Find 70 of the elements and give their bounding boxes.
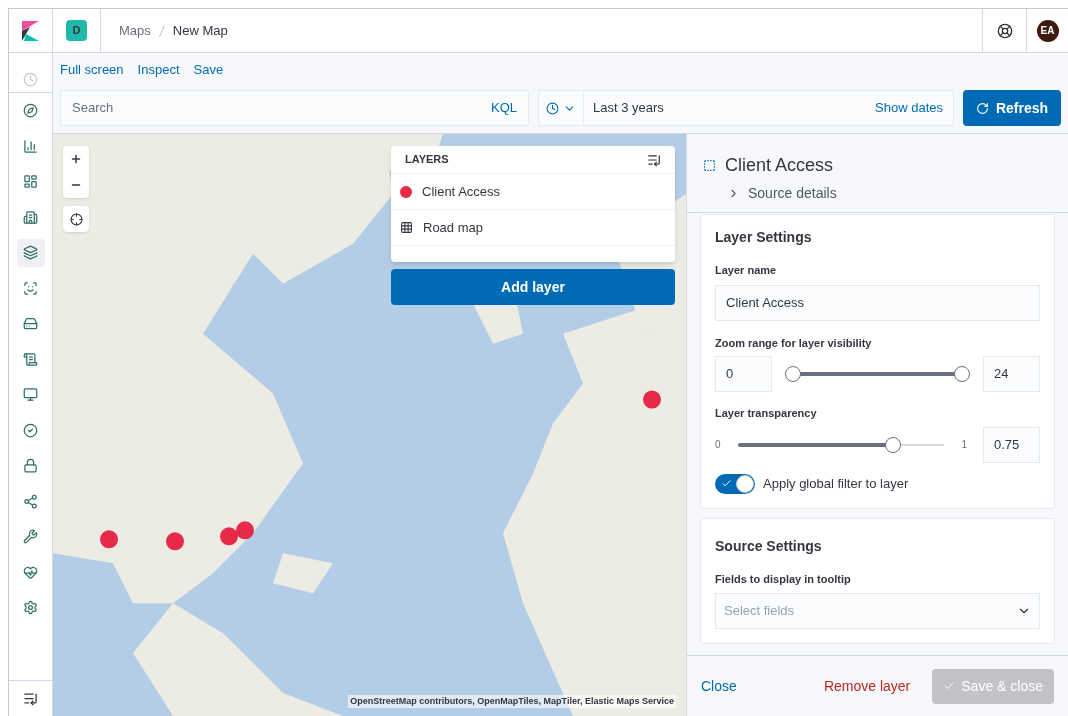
field-label: Layer name [715, 263, 778, 278]
dashboard-icon [23, 174, 38, 190]
field-label: Fields to display in tooltip [715, 571, 852, 587]
toggle-switch[interactable] [715, 473, 755, 494]
range-max-label: 1 [961, 438, 967, 452]
logo-icon[interactable] [21, 20, 40, 41]
compass-icon [23, 103, 38, 119]
breadcrumb: New Map [172, 21, 228, 40]
search-field[interactable]: Search KQL [60, 90, 529, 126]
toolbar-link[interactable]: Save [193, 60, 224, 80]
chart-icon [23, 138, 38, 154]
slider-thumb[interactable] [954, 366, 970, 382]
toggle-label: Apply global filter to layer [763, 474, 909, 493]
close-link[interactable]: Close [701, 675, 737, 697]
building-icon [23, 209, 38, 225]
vector-icon [703, 159, 716, 172]
toolbar-link[interactable]: Inspect [137, 60, 180, 80]
zoom-max-field[interactable]: 24 [983, 356, 1040, 392]
check-circle-icon [23, 422, 38, 438]
collapse-icon[interactable] [23, 691, 38, 706]
crosshair-icon [69, 212, 83, 226]
remove-layer-link[interactable]: Remove layer [823, 675, 911, 697]
panel-title: Client Access [725, 154, 834, 177]
check-icon [721, 477, 732, 489]
drive-icon [23, 316, 38, 332]
slider-thumb[interactable] [785, 366, 801, 382]
check-icon [943, 680, 956, 692]
layer-name-field[interactable]: Client Access [715, 284, 1040, 321]
field-label: Layer transparency [715, 406, 818, 421]
settings-icon [23, 600, 38, 616]
card-heading: Source Settings [715, 536, 823, 556]
card-heading: Layer Settings [715, 228, 813, 247]
collapse-icon[interactable] [647, 152, 661, 167]
slider-thumb[interactable] [884, 436, 901, 453]
user-avatar[interactable]: EA [1036, 19, 1059, 42]
range-slider[interactable] [784, 364, 971, 384]
monitor-icon [23, 387, 38, 403]
refresh-icon [975, 101, 989, 115]
zoom-min-field[interactable]: 0 [715, 356, 772, 392]
range-min-label: 0 [715, 438, 721, 452]
show-dates-link[interactable]: Show dates [875, 98, 953, 118]
breadcrumb[interactable]: Maps [119, 20, 151, 41]
date-range[interactable]: Last 3 years [584, 98, 876, 118]
lock-icon [23, 458, 38, 474]
scan-face-icon [23, 280, 38, 296]
map-attribution: OpenStreetMap contributors, OpenMapTiles, MapTiler, Elastic Maps Service [348, 694, 676, 708]
help-icon[interactable] [996, 22, 1013, 39]
wrench-icon [23, 529, 38, 545]
locate-button[interactable] [63, 206, 89, 232]
refresh-button[interactable]: Refresh [963, 90, 1061, 126]
clock-icon [546, 101, 559, 115]
toolbar-link[interactable]: Full screen [60, 60, 124, 80]
grid-icon [400, 221, 413, 234]
layer-item[interactable]: Client Access [391, 174, 675, 210]
transparency-field[interactable]: 0.75 [983, 426, 1040, 463]
space-badge[interactable]: D [66, 20, 87, 41]
clock-icon [23, 71, 38, 87]
field-label: Zoom range for layer visibility [715, 335, 873, 351]
plus-icon [70, 153, 82, 165]
layer-item[interactable]: Road map [391, 210, 675, 246]
breadcrumb-separator-icon [158, 23, 165, 38]
add-layer-button[interactable]: Add layer [391, 269, 675, 305]
source-details-toggle[interactable]: Source details [727, 183, 1068, 204]
nav-item[interactable] [16, 238, 45, 267]
layers-icon [23, 245, 38, 261]
nodes-icon [23, 493, 38, 509]
heart-pulse-icon [23, 564, 38, 580]
query-language-button[interactable]: KQL [491, 98, 517, 118]
scroll-icon [23, 351, 38, 367]
panel-title: LAYERS [405, 152, 449, 168]
